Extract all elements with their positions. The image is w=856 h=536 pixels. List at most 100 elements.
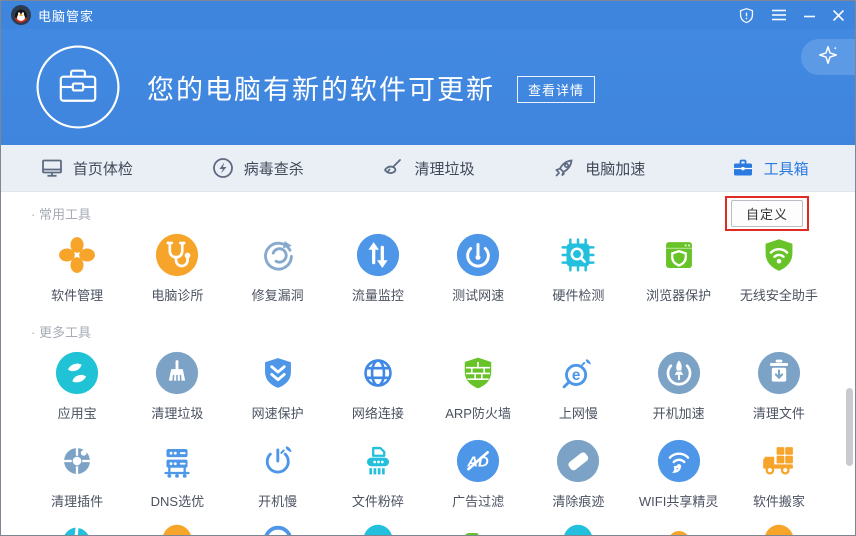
tab-pc-speedup[interactable]: 电脑加速 xyxy=(513,145,684,191)
e-rocket-icon: e xyxy=(555,350,601,396)
tool-pc-clinic[interactable]: 电脑诊所 xyxy=(127,232,227,314)
tab-label: 病毒查杀 xyxy=(244,158,304,179)
section-title: · 常用工具 xyxy=(31,207,91,222)
eraser-icon xyxy=(555,438,601,484)
p-dome-icon xyxy=(555,520,601,536)
tool-partial-4[interactable] xyxy=(328,520,428,536)
p-dome-icon xyxy=(355,520,401,536)
rocket-tab-icon xyxy=(552,156,576,180)
trash-download-icon xyxy=(756,350,802,396)
feedback-shield-icon[interactable] xyxy=(738,7,755,24)
tool-file-shredder[interactable]: 文件粉碎 xyxy=(328,438,428,520)
tool-ad-filter[interactable]: AD 广告过滤 xyxy=(428,438,528,520)
banner-message: 您的电脑有新的软件可更新 xyxy=(147,68,495,107)
minimize-icon[interactable] xyxy=(803,9,816,22)
sparkle-pill[interactable] xyxy=(801,39,855,75)
tool-browser-protect[interactable]: 浏览器保护 xyxy=(629,232,729,314)
tool-label: 清理文件 xyxy=(753,405,805,422)
toolbox-icon xyxy=(731,156,755,180)
tool-netspeed-protect[interactable]: 网速保护 xyxy=(228,350,328,432)
wifi-share-icon xyxy=(656,438,702,484)
monitor-icon xyxy=(40,156,64,180)
tool-label: 上网慢 xyxy=(559,405,598,422)
tool-label: 修复漏洞 xyxy=(252,287,304,304)
tool-software-manager[interactable]: 软件管理 xyxy=(27,232,127,314)
tool-trace-clean[interactable]: 清除痕迹 xyxy=(528,438,628,520)
tool-plugin-clean[interactable]: 清理插件 xyxy=(27,438,127,520)
customize-button[interactable]: 自定义 xyxy=(731,200,803,227)
tool-label: 开机加速 xyxy=(653,405,705,422)
tool-label: 软件管理 xyxy=(51,287,103,304)
tool-speed-test[interactable]: 测试网速 xyxy=(428,232,528,314)
more-tools-grid-row2: 清理插件 DNS选优 开机慢 文件粉碎 AD 广告过滤 清除痕迹WIFI共享精灵软件搬家 xyxy=(1,432,855,520)
tab-home-checkup[interactable]: 首页体检 xyxy=(1,145,172,191)
puzzle-icon xyxy=(54,438,100,484)
tool-wifi-share[interactable]: WIFI共享精灵 xyxy=(629,438,729,520)
p-dome-sm-icon xyxy=(656,520,702,536)
tool-file-clean[interactable]: 清理文件 xyxy=(729,350,829,432)
tool-label: 应用宝 xyxy=(58,405,97,422)
tool-junk-clean[interactable]: 清理垃圾 xyxy=(127,350,227,432)
browser-shield-icon xyxy=(656,232,702,278)
tool-partial-3[interactable] xyxy=(228,520,328,536)
tab-label: 工具箱 xyxy=(764,158,809,179)
tab-label: 电脑加速 xyxy=(585,158,645,179)
broom-icon xyxy=(154,350,200,396)
window-controls xyxy=(738,7,845,24)
tab-virus-scan[interactable]: 病毒查杀 xyxy=(172,145,343,191)
ad-filter-icon: AD xyxy=(455,438,501,484)
globe-icon xyxy=(355,350,401,396)
pinwheel-icon xyxy=(54,232,100,278)
chevron-shield-icon xyxy=(255,350,301,396)
p-frame-icon xyxy=(455,520,501,536)
moving-truck-icon xyxy=(756,438,802,484)
tool-partial-6[interactable] xyxy=(528,520,628,536)
tab-junk-clean[interactable]: 清理垃圾 xyxy=(343,145,514,191)
p-ring-icon xyxy=(255,520,301,536)
main-tabbar: 首页体检 病毒查杀 清理垃圾 电脑加速 工具箱 xyxy=(1,145,855,192)
scrollbar-thumb[interactable] xyxy=(846,388,853,466)
tool-slow-boot[interactable]: 开机慢 xyxy=(228,438,328,520)
chip-search-icon xyxy=(555,232,601,278)
tool-vuln-fix[interactable]: 修复漏洞 xyxy=(228,232,328,314)
close-icon[interactable] xyxy=(832,9,845,22)
tool-wifi-security[interactable]: 无线安全助手 xyxy=(729,232,829,314)
broom-tab-icon xyxy=(381,156,405,180)
tool-partial-7[interactable] xyxy=(629,520,729,536)
tool-boot-speedup[interactable]: 开机加速 xyxy=(629,350,729,432)
tool-hardware-check[interactable]: 硬件检测 xyxy=(528,232,628,314)
tool-slow-internet[interactable]: e 上网慢 xyxy=(528,350,628,432)
tool-partial-8[interactable] xyxy=(729,520,829,536)
menu-icon[interactable] xyxy=(771,8,787,22)
arrows-updown-icon xyxy=(355,232,401,278)
tool-label: 测试网速 xyxy=(452,287,504,304)
tool-label: 无线安全助手 xyxy=(740,287,818,304)
tool-label: 广告过滤 xyxy=(452,493,504,510)
tool-label: 文件粉碎 xyxy=(352,493,404,510)
tool-label: 清理插件 xyxy=(51,493,103,510)
tool-label: 清理垃圾 xyxy=(151,405,203,422)
tool-network-connection[interactable]: 网络连接 xyxy=(328,350,428,432)
brick-shield-icon xyxy=(455,350,501,396)
tool-traffic-monitor[interactable]: 流量监控 xyxy=(328,232,428,314)
tab-label: 首页体检 xyxy=(73,158,133,179)
briefcase-circle-icon xyxy=(35,44,121,130)
tool-partial-1[interactable] xyxy=(27,520,127,536)
section-more-tools: · 更多工具 xyxy=(1,314,855,344)
view-details-button[interactable]: 查看详情 xyxy=(517,76,595,103)
qq-penguin-logo xyxy=(11,5,31,25)
server-stack-icon xyxy=(154,438,200,484)
tool-label: 开机慢 xyxy=(258,493,297,510)
tool-dns-optimize[interactable]: DNS选优 xyxy=(127,438,227,520)
tab-toolbox[interactable]: 工具箱 xyxy=(684,145,855,191)
app-window: 电脑管家 xyxy=(0,0,856,536)
tool-software-move[interactable]: 软件搬家 xyxy=(729,438,829,520)
tool-partial-2[interactable] xyxy=(127,520,227,536)
annotation-red-box: 自定义 xyxy=(725,196,809,231)
more-tools-grid-partial xyxy=(1,520,855,536)
vuln-swirl-icon xyxy=(255,232,301,278)
tool-app-store[interactable]: 应用宝 xyxy=(27,350,127,432)
tool-label: DNS选优 xyxy=(151,493,204,510)
tool-arp-firewall[interactable]: ARP防火墙 xyxy=(428,350,528,432)
tool-partial-5[interactable] xyxy=(428,520,528,536)
